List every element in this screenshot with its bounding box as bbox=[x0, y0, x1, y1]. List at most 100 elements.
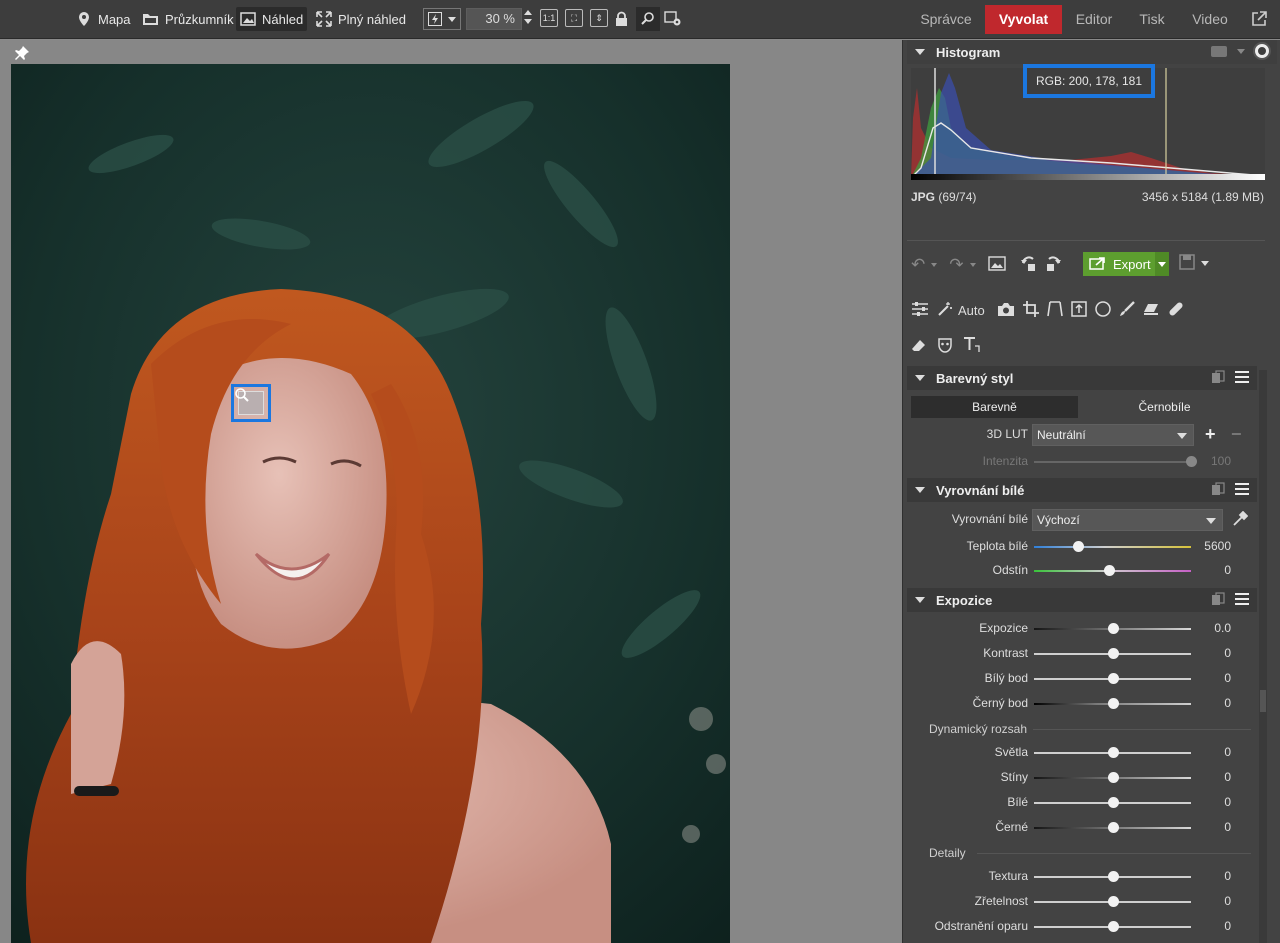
highlights-slider-knob[interactable] bbox=[1107, 747, 1119, 758]
add-lut-button[interactable]: + bbox=[1205, 424, 1216, 445]
eraser-icon[interactable] bbox=[911, 337, 927, 356]
photo-preview[interactable] bbox=[11, 64, 730, 943]
histogram-header[interactable]: Histogram bbox=[907, 40, 1277, 64]
text-icon[interactable] bbox=[963, 336, 981, 357]
rotate-left-icon[interactable] bbox=[1020, 255, 1038, 275]
fit-screen-button[interactable]: ⛶ bbox=[565, 9, 583, 27]
zoom-input[interactable]: 30 % bbox=[466, 8, 522, 30]
lut-select[interactable]: Neutrální bbox=[1032, 424, 1194, 446]
texture-slider-knob[interactable] bbox=[1107, 871, 1119, 882]
auto-button[interactable]: Auto bbox=[937, 301, 985, 320]
menu-icon[interactable] bbox=[1235, 483, 1249, 498]
pin-icon[interactable] bbox=[13, 44, 31, 65]
view-settings-button[interactable] bbox=[664, 7, 682, 31]
explorer-button[interactable]: Průzkumník bbox=[142, 7, 234, 31]
eyedropper-icon[interactable] bbox=[1232, 510, 1249, 530]
exposure-slider[interactable] bbox=[1034, 623, 1191, 634]
chevron-down-icon[interactable] bbox=[1237, 48, 1245, 54]
intensity-slider[interactable] bbox=[1034, 456, 1197, 467]
white-point-slider[interactable] bbox=[1034, 673, 1191, 684]
intensity-slider-knob[interactable] bbox=[1186, 456, 1197, 467]
clarity-slider[interactable] bbox=[1034, 896, 1191, 907]
blacks-slider-knob[interactable] bbox=[1107, 822, 1119, 833]
compare-image-icon[interactable] bbox=[987, 256, 1006, 274]
exposure-header[interactable]: Expozice bbox=[907, 588, 1257, 612]
crop-icon[interactable] bbox=[1022, 301, 1039, 320]
shadows-value: 0 bbox=[1224, 770, 1231, 784]
redo-icon[interactable]: ↷ bbox=[949, 255, 963, 275]
external-open-button[interactable] bbox=[1251, 7, 1267, 31]
dehaze-slider-knob[interactable] bbox=[1107, 921, 1119, 932]
zoom-1-1-button[interactable]: 1:1 bbox=[540, 9, 558, 27]
tint-slider-knob[interactable] bbox=[1104, 565, 1116, 576]
color-style-header[interactable]: Barevný styl bbox=[907, 366, 1257, 390]
chevron-down-icon[interactable] bbox=[969, 263, 976, 267]
copy-settings-icon[interactable] bbox=[1211, 592, 1225, 609]
perspective-icon[interactable] bbox=[1046, 301, 1063, 320]
circle-icon[interactable] bbox=[1095, 301, 1111, 320]
white-point-slider-knob[interactable] bbox=[1107, 673, 1119, 684]
tab-editor[interactable]: Editor bbox=[1068, 5, 1120, 34]
remove-lut-button[interactable]: − bbox=[1231, 424, 1242, 445]
scrollbar-thumb[interactable] bbox=[1260, 690, 1266, 712]
image-viewer[interactable] bbox=[0, 40, 902, 943]
texture-slider[interactable] bbox=[1034, 871, 1191, 882]
chevron-down-icon[interactable] bbox=[931, 263, 938, 267]
fit-height-button[interactable]: ⇕ bbox=[590, 9, 608, 27]
tint-slider[interactable] bbox=[1034, 565, 1191, 576]
tab-black-white[interactable]: Černobíle bbox=[1081, 396, 1248, 418]
black-point-slider-knob[interactable] bbox=[1107, 698, 1119, 709]
blacks-slider[interactable] bbox=[1034, 822, 1191, 833]
gradient-icon[interactable] bbox=[1143, 301, 1159, 320]
highlights-slider[interactable] bbox=[1034, 747, 1191, 758]
brush-icon[interactable] bbox=[1119, 301, 1135, 320]
contrast-slider-knob[interactable] bbox=[1107, 648, 1119, 659]
whites-slider-knob[interactable] bbox=[1107, 797, 1119, 808]
bandage-icon[interactable] bbox=[1167, 300, 1185, 321]
wb-select[interactable]: Výchozí bbox=[1032, 509, 1223, 531]
dehaze-slider[interactable] bbox=[1034, 921, 1191, 932]
clarity-slider-knob[interactable] bbox=[1107, 896, 1119, 907]
full-preview-button[interactable]: Plný náhled bbox=[316, 7, 406, 31]
histogram-mode-icon[interactable] bbox=[1211, 45, 1227, 57]
copy-settings-icon[interactable] bbox=[1211, 482, 1225, 499]
zoom-stepper[interactable] bbox=[524, 10, 532, 28]
loupe-tool-button[interactable] bbox=[636, 7, 660, 31]
shadows-slider-knob[interactable] bbox=[1107, 772, 1119, 783]
menu-icon[interactable] bbox=[1235, 371, 1249, 386]
sun-icon[interactable] bbox=[1255, 44, 1269, 58]
preview-button[interactable]: Náhled bbox=[236, 7, 308, 31]
copy-settings-icon[interactable] bbox=[1211, 370, 1225, 387]
sliders-icon[interactable] bbox=[911, 301, 929, 320]
export-menu-toggle[interactable] bbox=[1155, 252, 1169, 276]
tab-print[interactable]: Tisk bbox=[1130, 5, 1174, 34]
tab-color[interactable]: Barevně bbox=[911, 396, 1078, 418]
map-button[interactable]: Mapa bbox=[77, 7, 131, 31]
tab-video[interactable]: Video bbox=[1184, 5, 1236, 34]
lock-button[interactable] bbox=[615, 7, 628, 31]
save-controls bbox=[1179, 254, 1209, 273]
tab-develop[interactable]: Vyvolat bbox=[985, 5, 1062, 34]
camera-icon[interactable] bbox=[997, 302, 1015, 320]
export-label: Export bbox=[1113, 256, 1151, 272]
black-point-slider[interactable] bbox=[1034, 698, 1191, 709]
histogram-graph[interactable]: RGB: 200, 178, 181 bbox=[910, 64, 1266, 180]
panel-scrollbar[interactable] bbox=[1259, 370, 1267, 943]
contrast-slider[interactable] bbox=[1034, 648, 1191, 659]
whites-slider[interactable] bbox=[1034, 797, 1191, 808]
temperature-slider[interactable] bbox=[1034, 541, 1191, 552]
undo-icon[interactable]: ↶ bbox=[911, 255, 925, 275]
menu-icon[interactable] bbox=[1235, 593, 1249, 608]
frame-icon[interactable] bbox=[1071, 301, 1087, 320]
save-icon[interactable] bbox=[1179, 254, 1195, 273]
mask-icon[interactable] bbox=[937, 337, 953, 356]
rotate-right-icon[interactable] bbox=[1044, 255, 1062, 275]
exposure-slider-knob[interactable] bbox=[1107, 623, 1119, 634]
export-button[interactable]: Export bbox=[1083, 252, 1169, 276]
white-balance-header[interactable]: Vyrovnání bílé bbox=[907, 478, 1257, 502]
quick-fix-dropdown[interactable] bbox=[423, 8, 461, 30]
chevron-down-icon[interactable] bbox=[1201, 261, 1209, 266]
tab-manager[interactable]: Správce bbox=[914, 5, 978, 34]
temperature-slider-knob[interactable] bbox=[1072, 541, 1084, 552]
shadows-slider[interactable] bbox=[1034, 772, 1191, 783]
